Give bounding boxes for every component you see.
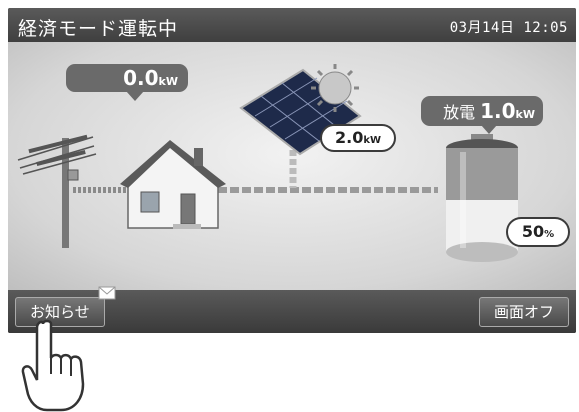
grid-power-unit: kW — [158, 75, 178, 88]
battery-charge-unit: % — [544, 229, 555, 240]
solar-power-badge: 2.0kW — [320, 124, 396, 152]
battery-status-label: 放電 — [443, 103, 476, 122]
battery-power-unit: kW — [515, 108, 535, 121]
solar-power-value: 2.0 — [334, 128, 364, 147]
title-bar: 経済モード運転中 03月14日 12:05 — [8, 8, 576, 42]
date-time: 03月14日 12:05 — [449, 20, 568, 36]
house-icon — [120, 140, 226, 229]
monitor-screen: 経済モード運転中 03月14日 12:05 0.0kW 放電 1.0kW 2.0… — [8, 8, 576, 333]
mail-icon — [98, 286, 116, 300]
grid-power-badge: 0.0kW — [66, 64, 188, 101]
screen-off-button[interactable]: 画面オフ — [478, 297, 569, 327]
battery-icon — [446, 134, 518, 262]
solar-power-unit: kW — [363, 135, 382, 146]
operation-mode: 経済モード運転中 — [18, 18, 179, 40]
battery-power-badge: 放電 1.0kW — [421, 96, 543, 134]
hand-pointer-icon — [21, 319, 85, 412]
grid-power-value: 0.0 — [123, 66, 159, 90]
battery-charge-value: 50 — [521, 222, 545, 241]
battery-power-value: 1.0 — [480, 99, 516, 123]
battery-charge-badge: 50% — [506, 217, 570, 247]
